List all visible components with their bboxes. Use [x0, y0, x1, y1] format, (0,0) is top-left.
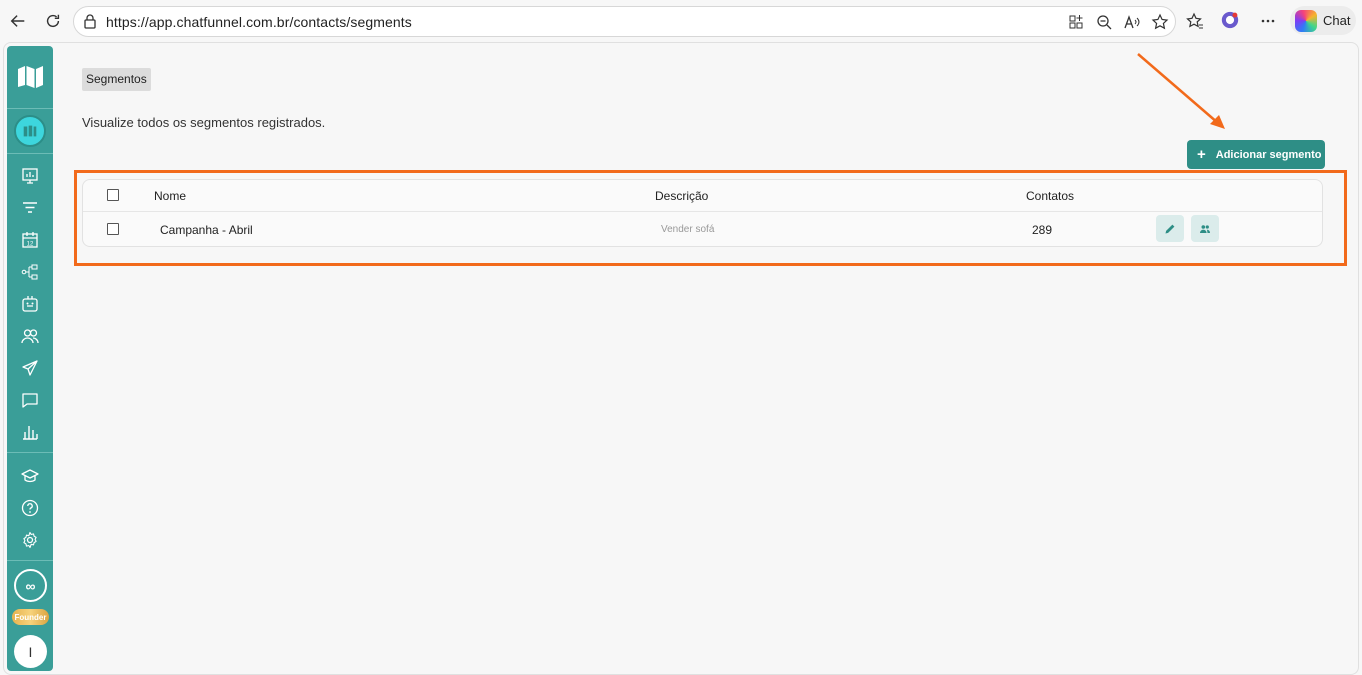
copilot-icon — [1295, 9, 1317, 32]
chat-label: Chat — [1323, 13, 1351, 28]
chat-icon[interactable] — [20, 390, 40, 410]
users-icon — [1200, 224, 1210, 233]
workspace-avatar[interactable] — [14, 115, 46, 147]
read-aloud-icon[interactable] — [1123, 13, 1141, 31]
user-avatar[interactable]: I — [14, 635, 47, 668]
address-bar[interactable]: https://app.chatfunnel.com.br/contacts/s… — [73, 6, 1176, 37]
flow-icon[interactable] — [20, 262, 40, 282]
back-icon[interactable] — [6, 9, 30, 33]
pencil-icon — [1165, 224, 1175, 233]
column-header-name: Nome — [154, 189, 187, 203]
column-header-contacts: Contatos — [1026, 189, 1075, 203]
profile-icon[interactable] — [1221, 11, 1243, 33]
favorite-star-icon[interactable] — [1151, 13, 1169, 31]
sidebar-divider — [7, 452, 53, 453]
academy-graduation-icon[interactable] — [20, 466, 40, 486]
edit-segment-button[interactable] — [1156, 215, 1184, 242]
sidebar: 12 ∞ Founder I — [7, 46, 53, 671]
add-segment-button[interactable]: + Adicionar segmento — [1187, 140, 1325, 169]
segment-contacts-count: 289 — [1032, 223, 1053, 237]
copilot-chat-button[interactable]: Chat — [1290, 6, 1356, 35]
row-checkbox[interactable] — [107, 223, 119, 235]
more-options-icon[interactable] — [1259, 12, 1277, 30]
dashboard-icon[interactable] — [20, 166, 40, 186]
table-header: Nome Descrição Contatos — [83, 180, 1322, 212]
add-segment-label: Adicionar segmento — [1215, 148, 1322, 161]
browser-toolbar: https://app.chatfunnel.com.br/contacts/s… — [0, 0, 1362, 42]
lock-icon — [82, 13, 98, 29]
svg-text:12: 12 — [27, 242, 34, 248]
view-contacts-button[interactable] — [1191, 215, 1219, 242]
bot-icon[interactable] — [20, 294, 40, 314]
column-header-description: Descrição — [655, 189, 709, 203]
plan-infinity-icon[interactable]: ∞ — [14, 569, 47, 602]
annotation-arrow — [1137, 53, 1225, 129]
zoom-out-icon[interactable] — [1095, 13, 1113, 31]
select-all-checkbox[interactable] — [107, 189, 119, 201]
segment-description: Vender sofá — [661, 224, 715, 235]
calendar-icon[interactable]: 12 — [20, 230, 40, 250]
refresh-icon[interactable] — [41, 9, 65, 33]
founder-badge: Founder — [12, 609, 49, 625]
segments-table: Nome Descrição Contatos Campanha - Abril… — [82, 179, 1323, 247]
favorites-icon[interactable] — [1186, 12, 1204, 30]
reports-chart-icon[interactable] — [20, 422, 40, 442]
help-question-icon[interactable] — [20, 498, 40, 518]
sidebar-divider — [7, 108, 53, 109]
contacts-icon[interactable] — [20, 326, 40, 346]
chatfunnel-logo-icon[interactable] — [17, 64, 44, 88]
app-frame: 12 ∞ Founder I Segmentos Visualize todos… — [3, 42, 1359, 675]
settings-gear-icon[interactable] — [20, 530, 40, 550]
sidebar-divider — [7, 153, 53, 154]
url-text: https://app.chatfunnel.com.br/contacts/s… — [106, 14, 412, 30]
page-title-chip: Segmentos — [82, 68, 151, 91]
apps-icon[interactable] — [1067, 13, 1085, 31]
page-subtitle: Visualize todos os segmentos registrados… — [82, 115, 326, 130]
sidebar-divider — [7, 560, 53, 561]
send-campaign-icon[interactable] — [20, 358, 40, 378]
funnel-filter-icon[interactable] — [20, 198, 40, 218]
plus-icon: + — [1197, 146, 1206, 163]
segment-name: Campanha - Abril — [160, 223, 253, 237]
